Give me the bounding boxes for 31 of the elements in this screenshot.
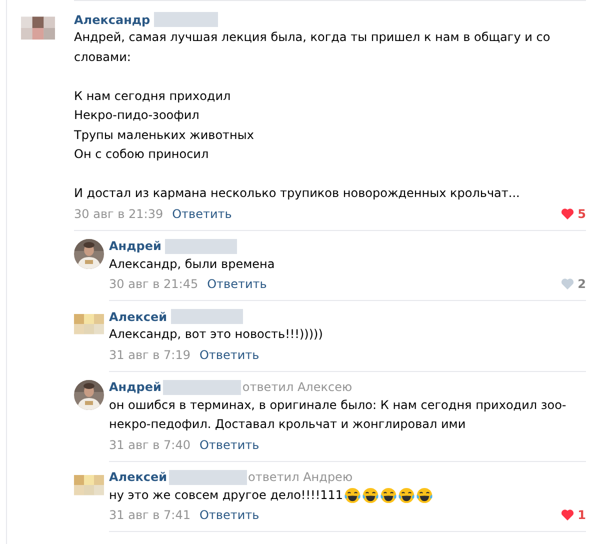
reply-link[interactable]: Ответить	[172, 206, 232, 220]
reply-link[interactable]: Ответить	[199, 508, 260, 522]
comment-text: Александр, вот это новость!!!)))))	[109, 326, 323, 343]
comment-date: 30 авг в 21:39	[74, 206, 164, 220]
comment-text: он ошибся в терминах, в оригинале было: К нам сегодня приходил зоо-некро-педофил. Доставал крольчат и жонглировал ими	[109, 396, 568, 433]
reply-link[interactable]: Ответить	[199, 348, 260, 362]
comment-date: 31 авг в 7:41	[109, 508, 190, 522]
author-name[interactable]: Алексей	[109, 470, 168, 484]
like-count: 5	[578, 206, 586, 220]
author-name[interactable]: Андрей	[109, 239, 162, 253]
laughing-crying-icon	[398, 486, 416, 504]
laughing-crying-icon	[362, 486, 380, 504]
laughing-crying-icon	[380, 486, 398, 504]
author-name[interactable]: Андрей	[109, 380, 162, 394]
reply-link[interactable]: Ответить	[199, 438, 260, 452]
reply-link[interactable]: Ответить	[207, 277, 267, 291]
comment-text: Александр, были времена	[109, 256, 275, 272]
laughing-crying-icon	[344, 486, 362, 504]
comment-text: ну это же совсем другое дело!!!!111	[109, 486, 344, 504]
heart-icon[interactable]	[560, 509, 574, 521]
laughing-crying-icon	[416, 486, 434, 504]
comment-date: 31 авг в 7:19	[109, 348, 190, 362]
heart-icon[interactable]	[560, 208, 574, 220]
author-name[interactable]: Александр	[74, 12, 150, 26]
author-name[interactable]: Алексей	[109, 310, 168, 324]
comment-date: 30 авг в 21:45	[109, 277, 198, 291]
redacted-surname	[154, 12, 218, 27]
like-count: 1	[578, 508, 586, 522]
comment-date: 31 авг в 7:40	[109, 438, 190, 452]
like-count: 2	[578, 277, 586, 291]
comment-text: Андрей, самая лучшая лекция была, когда ты пришел к нам в общагу и со словами: К нам сегодня приходил Некро-пидо-зоофил Трупы маленьких животных Он с собою приносил И достал из кармана несколько трупиков новорожденных крольчат...	[74, 29, 552, 202]
